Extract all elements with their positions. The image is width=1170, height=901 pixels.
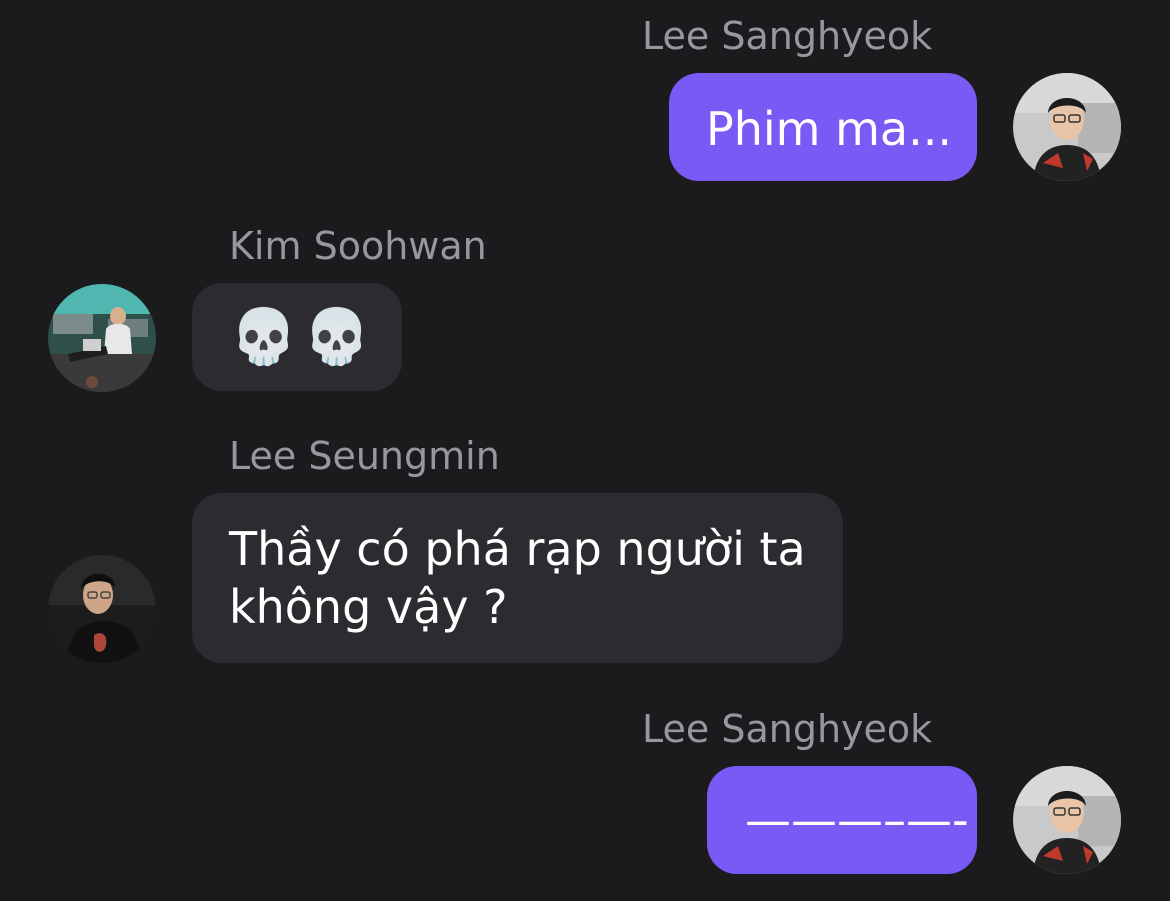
avatar-lee-sanghyeok[interactable] [1013, 73, 1121, 181]
message-text: Phim ma... [706, 102, 952, 156]
message-text-line: Thầy có phá rạp người ta [229, 522, 806, 576]
avatar-photo-icon [48, 284, 156, 392]
chat-thread: Lee Sanghyeok Phim ma... Kim Soohwan 💀💀 … [0, 0, 1170, 901]
sender-name: Kim Soohwan [229, 224, 487, 268]
sender-name: Lee Sanghyeok [642, 707, 933, 751]
message-text: ———–—- [745, 793, 969, 847]
sender-name: Lee Sanghyeok [642, 14, 933, 58]
message-text-line: không vậy ? [229, 580, 508, 634]
avatar-photo-icon [1013, 766, 1121, 874]
avatar-kim-soohwan[interactable] [48, 284, 156, 392]
sender-name: Lee Seungmin [229, 434, 500, 478]
emoji-message-text: 💀💀 [230, 305, 377, 368]
message-bubble-incoming[interactable]: Thầy có phá rạp người ta không vậy ? [192, 493, 843, 663]
avatar-lee-seungmin[interactable] [48, 555, 156, 663]
message-bubble-incoming[interactable]: 💀💀 [192, 283, 402, 391]
avatar-photo-icon [48, 555, 156, 663]
avatar-photo-icon [1013, 73, 1121, 181]
message-bubble-outgoing[interactable]: Phim ma... [669, 73, 977, 181]
avatar-lee-sanghyeok[interactable] [1013, 766, 1121, 874]
message-bubble-outgoing[interactable]: ———–—- [707, 766, 977, 874]
